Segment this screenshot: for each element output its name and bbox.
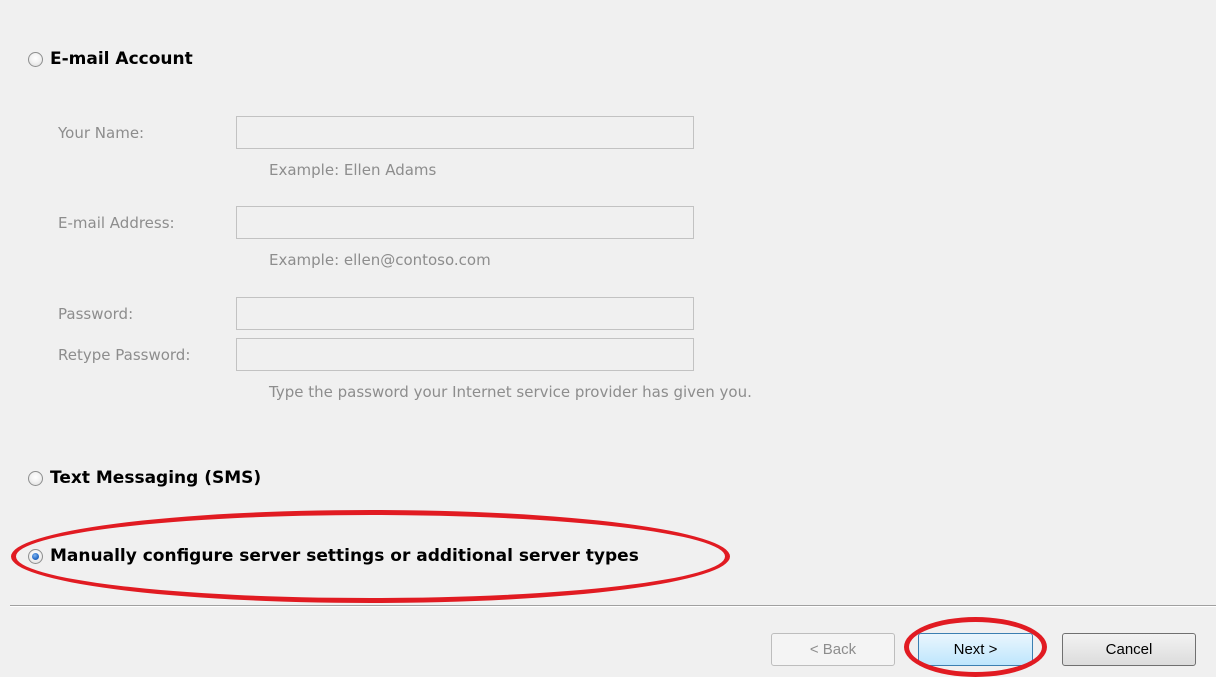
manual-config-radio[interactable] bbox=[28, 548, 43, 564]
next-button[interactable]: Next > bbox=[918, 633, 1033, 666]
your-name-label: Your Name: bbox=[58, 124, 145, 142]
email-account-radio[interactable] bbox=[28, 51, 43, 67]
email-account-option[interactable]: E-mail Account bbox=[28, 49, 193, 69]
manual-config-label: Manually configure server settings or ad… bbox=[50, 546, 639, 566]
text-messaging-label: Text Messaging (SMS) bbox=[50, 468, 262, 488]
your-name-hint: Example: Ellen Adams bbox=[269, 161, 437, 179]
password-label: Password: bbox=[58, 305, 134, 323]
retype-password-hint: Type the password your Internet service … bbox=[269, 383, 752, 401]
text-messaging-radio[interactable] bbox=[28, 470, 43, 486]
your-name-field[interactable] bbox=[236, 116, 694, 149]
retype-password-label: Retype Password: bbox=[58, 346, 191, 364]
footer-separator bbox=[10, 605, 1216, 607]
password-field[interactable] bbox=[236, 297, 694, 330]
email-address-label: E-mail Address: bbox=[58, 214, 175, 232]
email-address-hint: Example: ellen@contoso.com bbox=[269, 251, 491, 269]
back-button[interactable]: < Back bbox=[771, 633, 895, 666]
manual-config-option[interactable]: Manually configure server settings or ad… bbox=[28, 546, 639, 566]
email-account-label: E-mail Account bbox=[50, 49, 193, 69]
retype-password-field[interactable] bbox=[236, 338, 694, 371]
email-address-field[interactable] bbox=[236, 206, 694, 239]
text-messaging-option[interactable]: Text Messaging (SMS) bbox=[28, 468, 261, 488]
cancel-button[interactable]: Cancel bbox=[1062, 633, 1196, 666]
